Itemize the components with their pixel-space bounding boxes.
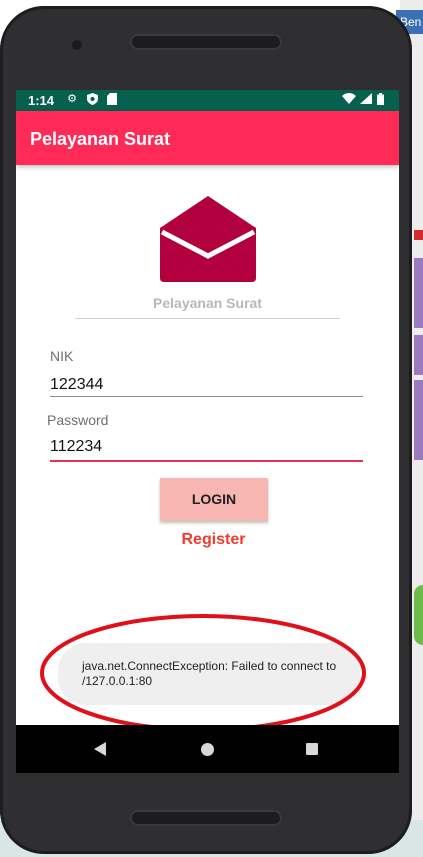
caption-divider: [75, 318, 340, 319]
app-toolbar: Pelayanan Surat: [16, 111, 399, 165]
cell-signal-icon: [360, 93, 372, 105]
battery-icon: [376, 93, 384, 105]
background-strip: [414, 258, 423, 328]
back-icon[interactable]: [94, 742, 106, 756]
top-speaker: [130, 34, 282, 50]
register-link[interactable]: Register: [16, 531, 399, 549]
background-strip: [414, 585, 423, 645]
shield-icon: [86, 93, 98, 105]
nik-input[interactable]: 122344: [50, 376, 103, 394]
background-strip: [414, 335, 423, 375]
nik-input-underline: [50, 396, 363, 397]
login-button[interactable]: LOGIN: [160, 478, 268, 521]
envelope-logo-icon: [160, 196, 256, 282]
bottom-speaker: [130, 810, 282, 826]
settings-gear-icon: ⚙: [67, 93, 77, 105]
front-camera: [72, 40, 82, 50]
background-strip: [414, 230, 423, 240]
system-navigation-bar: [16, 725, 399, 773]
sd-card-icon: [106, 93, 118, 105]
password-label: Password: [47, 412, 109, 428]
logo-caption: Pelayanan Surat: [153, 295, 262, 311]
wifi-icon: [342, 93, 356, 105]
recent-apps-icon[interactable]: [306, 743, 318, 755]
password-input[interactable]: 112234: [50, 438, 102, 456]
password-input-underline: [50, 460, 363, 462]
red-annotation-circle: [40, 614, 366, 732]
home-icon[interactable]: [201, 743, 214, 756]
phone-frame: 1:14 ⚙ Pelayanan Surat Pelayanan Surat N…: [0, 6, 412, 854]
background-strip: [414, 380, 423, 460]
status-bar: 1:14 ⚙: [16, 90, 399, 111]
status-time: 1:14: [28, 93, 55, 108]
phone-screen: 1:14 ⚙ Pelayanan Surat Pelayanan Surat N…: [16, 90, 399, 773]
nik-label: NIK: [50, 348, 74, 364]
app-toolbar-title: Pelayanan Surat: [30, 129, 171, 149]
